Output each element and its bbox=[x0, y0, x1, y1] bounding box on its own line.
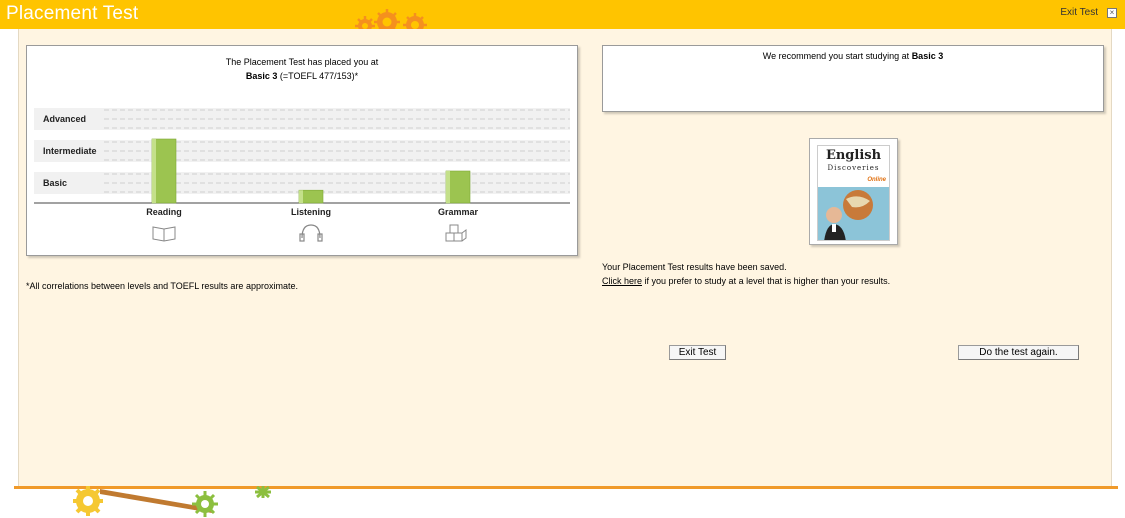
category-label: Reading bbox=[146, 207, 182, 217]
app-title: Placement Test bbox=[6, 3, 139, 24]
approximation-footnote: *All correlations between levels and TOE… bbox=[26, 281, 298, 291]
bar-highlight bbox=[299, 190, 303, 203]
click-here-link[interactable]: Click here bbox=[602, 276, 642, 286]
recommendation-text: We recommend you start studying at Basic… bbox=[603, 51, 1103, 61]
exit-test-link[interactable]: Exit Test bbox=[1060, 7, 1098, 18]
result-intro-text: The Placement Test has placed you at bbox=[225, 57, 379, 67]
footer-gears-icon bbox=[73, 486, 271, 517]
results-saved-text: Your Placement Test results have been sa… bbox=[602, 262, 787, 272]
result-level-text: Basic 3 (=TOEFL 477/153)* bbox=[27, 71, 577, 81]
book-photo-icon bbox=[818, 187, 889, 240]
level-label: Basic bbox=[43, 178, 67, 188]
book-title-english: English bbox=[825, 148, 882, 163]
course-book-image: English Discoveries Online bbox=[809, 138, 898, 245]
book-cover: English Discoveries Online bbox=[817, 145, 890, 241]
bar-highlight bbox=[152, 139, 156, 203]
category-label: Grammar bbox=[438, 207, 479, 217]
book-title-online: Online bbox=[867, 177, 886, 183]
result-level: Basic 3 bbox=[245, 71, 278, 81]
cubes-icon bbox=[445, 224, 467, 242]
category-label: Listening bbox=[291, 207, 331, 217]
higher-level-text: Click here if you prefer to study at a l… bbox=[602, 276, 890, 286]
exit-test-button[interactable]: Exit Test bbox=[669, 345, 726, 360]
result-panel: The Placement Test has placed you at Bas… bbox=[26, 45, 578, 256]
retake-test-button[interactable]: Do the test again. bbox=[958, 345, 1079, 360]
result-toefl: (=TOEFL 477/153)* bbox=[277, 71, 359, 81]
gears-decoration-icon bbox=[355, 9, 427, 29]
recommendation-panel: We recommend you start studying at Basic… bbox=[602, 45, 1104, 112]
level-label: Intermediate bbox=[43, 146, 97, 156]
book-icon bbox=[152, 226, 176, 242]
close-icon[interactable]: × bbox=[1107, 8, 1117, 18]
header-bar: Placement Test Exit Test × bbox=[0, 0, 1125, 29]
level-label: Advanced bbox=[43, 114, 86, 124]
book-title-discoveries: Discoveries bbox=[827, 164, 880, 172]
bar-highlight bbox=[446, 171, 450, 203]
headphones-icon bbox=[299, 224, 323, 242]
skills-chart: Advanced Intermediate Basic Reading Listenin… bbox=[34, 108, 570, 242]
recommendation-prefix: We recommend you start studying at bbox=[762, 51, 912, 61]
higher-level-explanation: if you prefer to study at a level that i… bbox=[642, 276, 891, 286]
recommendation-level: Basic 3 bbox=[911, 51, 944, 61]
